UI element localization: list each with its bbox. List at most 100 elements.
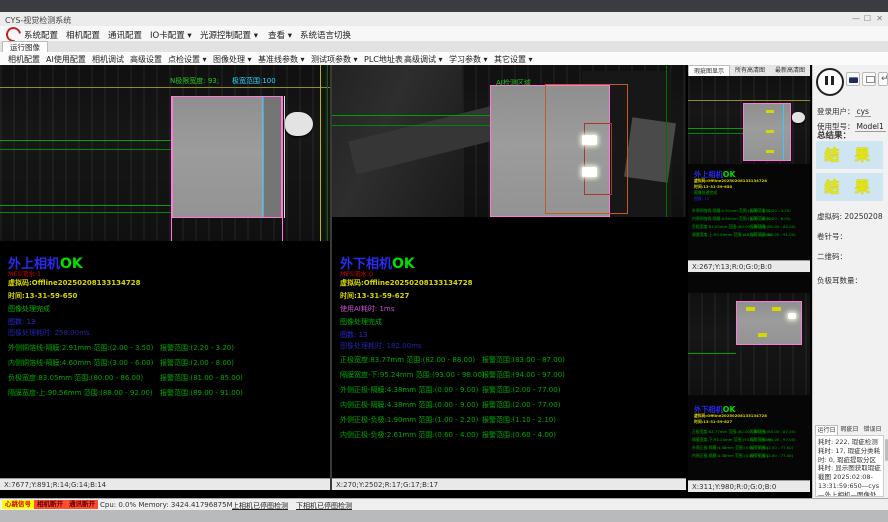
measure-row: 正极宽度:83.77mm 范围:(82.00 - 88.00) [340, 355, 475, 365]
tab-defect-display[interactable]: 瑕疵图显示 [688, 65, 730, 76]
electrode-region [172, 96, 282, 218]
keyboard-lock-button[interactable] [846, 72, 860, 86]
negative-tab-count-label: 负极耳数量： [817, 275, 862, 286]
tool-image-process[interactable]: 图像处理 ▾ [213, 54, 252, 65]
menu-view[interactable]: 查看 ▾ [268, 29, 292, 41]
tool-camera-config[interactable]: 相机配置 [8, 54, 40, 65]
decor-edge-highlight [284, 96, 285, 218]
tool-test-param[interactable]: 测试项参数 ▾ [311, 54, 358, 65]
tool-advanced-debug[interactable]: 高级调试 ▾ [404, 54, 443, 65]
alarm-range: 报警范围:(2.00 - 77.00) [482, 400, 560, 410]
tool-camera-debug[interactable]: 相机调试 [92, 54, 124, 65]
glove-object [792, 112, 805, 123]
alarm-range: 报警范围:(94.00 - 97.00) [750, 437, 796, 443]
camera-image-lower[interactable]: AI检测区域 [332, 65, 686, 217]
camera-view-upper[interactable]: N极限宽度: 93; 极宽范围:100 外上相机OK [0, 65, 330, 490]
tab-run-log[interactable]: 运行日志 [815, 425, 838, 435]
alarm-range: 报警范围:(94.00 - 97.00) [482, 370, 565, 380]
tab-error-log[interactable]: 错误日志 [861, 425, 884, 435]
tab-all-hd-images[interactable]: 所有高清图 [730, 65, 770, 76]
tab-highlight-spot [582, 167, 597, 177]
overlay-mark-yellow [772, 307, 781, 311]
tool-bar: 相机配置 AI使用配置 相机调试 高级设置 点检设置 ▾ 图像处理 ▾ 基准线参… [0, 52, 888, 66]
result-box-upper: 结 果 [816, 141, 883, 169]
cursor-position-bar: X:311;Y:980;R:0;G:0;B:0 [688, 480, 810, 492]
pause-button[interactable] [816, 68, 844, 96]
overlay-mark-yellow [766, 130, 774, 133]
tab-latest-hd-image[interactable]: 最新高清图 [770, 65, 810, 76]
overlay-mark-yellow [766, 150, 774, 153]
result-ok-label: OK [392, 256, 415, 272]
app-window: CYS-视觉检测系统 — ☐ ✕ 系统配置 相机配置 通讯配置 IO卡配置 ▾ … [0, 0, 888, 522]
menu-light-config[interactable]: 光源控制配置 ▾ [200, 29, 258, 41]
tool-learn-param[interactable]: 学习参数 ▾ [449, 54, 488, 65]
overlay-line-yellow [320, 65, 321, 241]
log-content[interactable]: 耗时: 222, 瑕疵检测耗时: 17, 瑕疵分类耗时: 0, 瑕疵提取分区耗时… [815, 435, 884, 497]
tool-other-set[interactable]: 其它设置 ▾ [494, 54, 533, 65]
ai-elapsed-label: 使用AI耗时: 1ms [340, 304, 394, 314]
tool-spotcheck-set[interactable]: 点检设置 ▾ [168, 54, 207, 65]
menu-comm-config[interactable]: 通讯配置 [108, 29, 142, 41]
status-bar: 心跳信号 相机断开 通讯断开 Cpu: 0.0% Memory: 3424.41… [0, 498, 888, 510]
cursor-position-bar: X:267;Y:13;R:0;G:0;B:0 [688, 260, 810, 272]
log-panel: 运行日志 瑕疵日志 错误日志 耗时: 222, 瑕疵检测耗时: 17, 瑕疵分类… [813, 425, 888, 497]
cursor-position-bar: X:270;Y:2502;R:17;G:17;B:17 [332, 478, 686, 490]
mini-view-upper[interactable]: 外上相机OK 虚拟码:Offline20250208133134728 时间:1… [688, 76, 810, 272]
close-icon[interactable]: ✕ [876, 14, 883, 23]
tab-run-image[interactable]: 运行图像 [2, 41, 48, 52]
mes-serial-label: MES流水:1 [8, 268, 41, 278]
heartbeat-badge: 心跳信号 [2, 500, 34, 509]
maximize-icon[interactable]: ☐ [864, 14, 871, 23]
measure-row: 外侧正极-负极:1.90mm 范围:(1.00 - 2.20) [340, 415, 478, 425]
overlay-line-olive [688, 100, 810, 101]
frame-count-label: 图数: 13 [694, 196, 709, 202]
tool-plc-address[interactable]: PLC地址表 [364, 54, 403, 65]
menu-io-config[interactable]: IO卡配置 ▾ [150, 29, 192, 41]
overlay-line-pink [171, 96, 172, 241]
overlay-line-green [688, 353, 736, 354]
camera-image-upper[interactable]: N极限宽度: 93; 极宽范围:100 [0, 65, 330, 241]
tab-highlight-spot [582, 135, 597, 145]
overlay-line-pink [282, 96, 283, 241]
alarm-range: 报警范围:(2.00 - 77.00) [750, 445, 793, 451]
mini-image-upper[interactable] [688, 76, 810, 164]
alarm-range: 报警范围:(2.00 - 77.00) [482, 385, 560, 395]
alarm-range: 报警范围:(2.20 - 3.20) [750, 208, 791, 214]
menu-camera-config[interactable]: 相机配置 [66, 29, 100, 41]
overlay-rect-red [584, 123, 612, 195]
overlay-mark-yellow [746, 307, 755, 311]
result-box-lower: 结 果 [816, 173, 883, 201]
tool-baseline-param[interactable]: 基准线参数 ▾ [258, 54, 305, 65]
control-panel: ↵ 登录用户：cys 使用型号：Model1 总结果： 结 果 结 果 虚拟码:… [812, 65, 888, 498]
tab-defect-log[interactable]: 瑕疵日志 [838, 425, 861, 435]
alarm-range: 报警范围:(2.20 - 3.20) [160, 343, 234, 353]
mini-view-lower[interactable]: 外下相机OK 虚拟码:Offline20250208133134728 时间:1… [688, 275, 810, 492]
alarm-range: 报警范围:(83.00 - 87.00) [482, 355, 565, 365]
minimize-icon[interactable]: — [852, 14, 860, 23]
screen-edge [0, 0, 888, 12]
return-arrow-icon: ↵ [881, 74, 888, 84]
glove-object [285, 112, 313, 136]
alarm-range: 报警范围:(0.60 - 4.00) [482, 430, 556, 440]
menu-system-config[interactable]: 系统配置 [24, 29, 58, 41]
overlay-mark-yellow [758, 333, 767, 337]
tool-advanced-set[interactable]: 高级设置 [130, 54, 162, 65]
return-button[interactable]: ↵ [878, 72, 888, 86]
alarm-range: 报警范围:(2.00 - 8.00) [750, 216, 791, 222]
qr-code-label: 二维码： [817, 251, 847, 262]
camera-view-lower[interactable]: AI检测区域 外下相机OK MES流水:0 虚拟码:Offline2025020… [332, 65, 686, 490]
menu-language-switch[interactable]: 系统语言切换 [300, 29, 351, 41]
time-label: 时间:13-31-59-627 [340, 291, 409, 301]
mini-image-lower[interactable] [688, 293, 810, 395]
overlay-line-green [688, 133, 744, 134]
overlay-mark-yellow [766, 110, 774, 113]
tool-ai-config[interactable]: AI使用配置 [46, 54, 86, 65]
model-select[interactable]: Model1 [855, 122, 886, 132]
alarm-range: 报警范围:(2.00 - 77.00) [750, 453, 793, 459]
time-label: 时间:13-31-59-627 [694, 419, 732, 425]
overlay-line-cyan [262, 97, 263, 217]
monitor-button[interactable] [862, 72, 876, 86]
cursor-position-bar: X:7677;Y:891;R:14;G:14;B:14 [0, 478, 330, 490]
measure-row: 内侧铜箔线-隔膜:4.60mm 范围:(3.00 - 6.00) [8, 358, 153, 368]
measure-row: 负极宽度:83.05mm 范围:(80.00 - 86.00) [8, 373, 143, 383]
